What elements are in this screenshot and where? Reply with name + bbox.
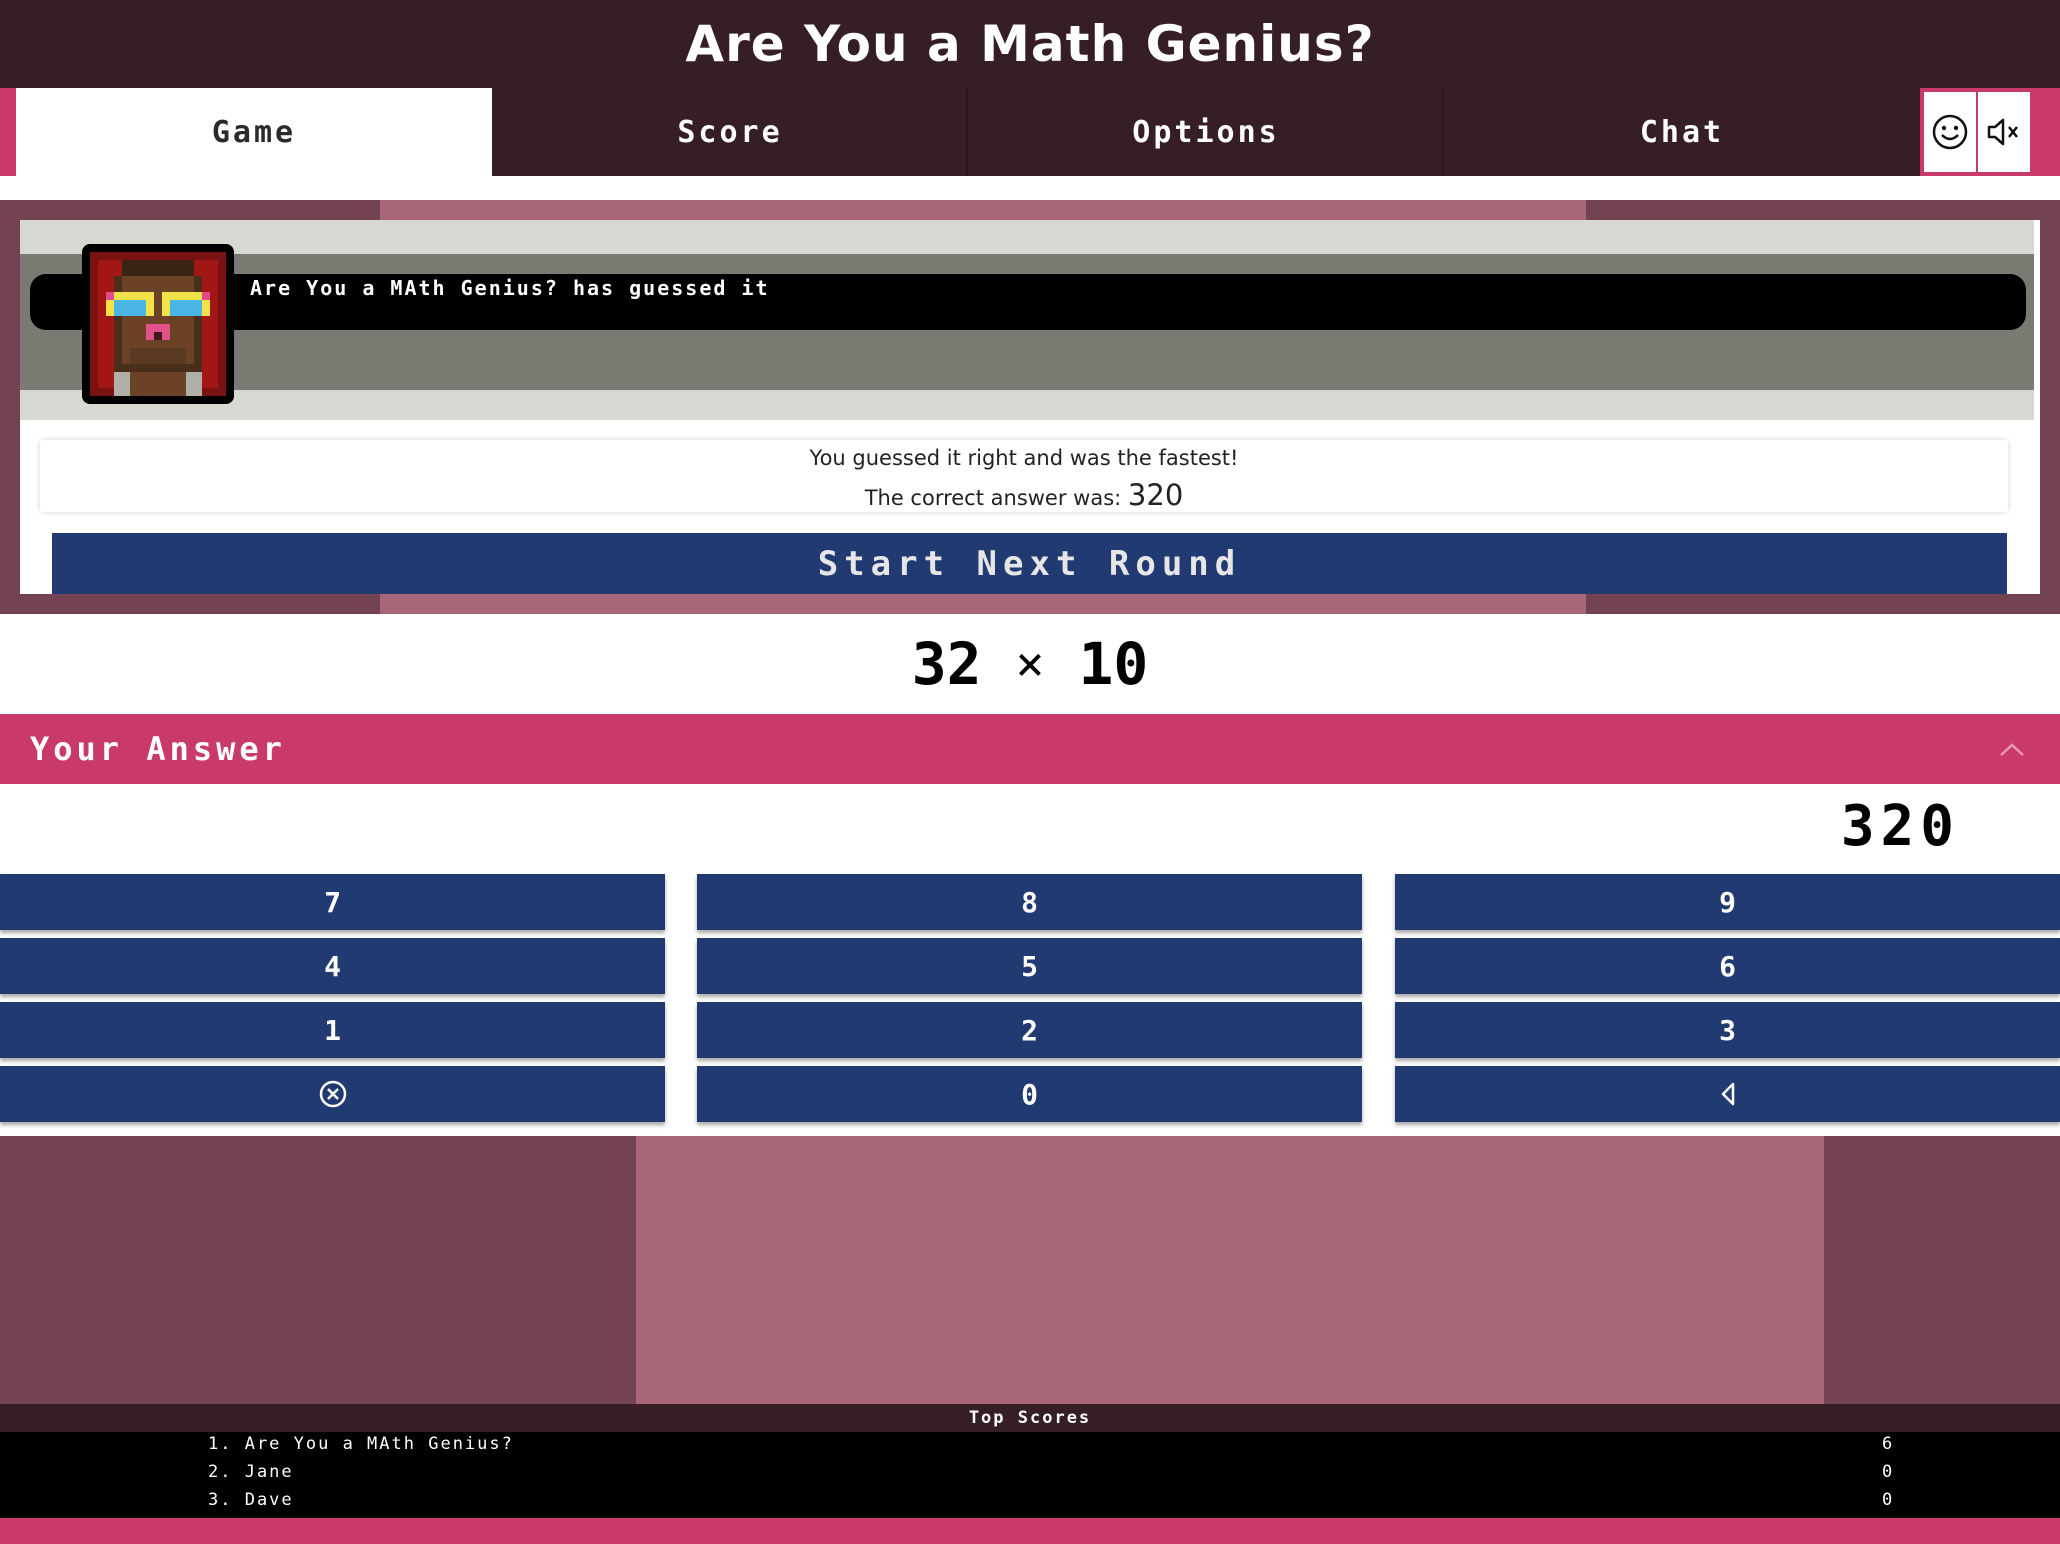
key-7[interactable]: 7 xyxy=(0,874,665,930)
score-value: 0 xyxy=(1882,1462,1895,1482)
correct-answer-value: 320 xyxy=(1127,478,1184,512)
operand-a: 32 xyxy=(911,630,982,698)
result-message: You guessed it right and was the fastest… xyxy=(40,440,2008,512)
keypad: 7 8 9 4 5 6 1 2 3 0 xyxy=(0,870,2060,1136)
backspace-button[interactable] xyxy=(1395,1066,2060,1122)
scene-background xyxy=(0,1136,2060,1404)
key-8[interactable]: 8 xyxy=(697,874,1362,930)
score-row: 2. Jane 0 xyxy=(0,1460,2060,1488)
key-1[interactable]: 1 xyxy=(0,1002,665,1058)
operand-b: 10 xyxy=(1078,630,1149,698)
correct-answer-prefix: The correct answer was: xyxy=(864,486,1122,510)
tab-chat[interactable]: Chat xyxy=(1444,88,1920,176)
smiley-icon xyxy=(1932,114,1968,150)
clear-circle-x-icon xyxy=(319,1080,346,1108)
correct-answer-line: The correct answer was: 320 xyxy=(40,478,2008,512)
emoji-button[interactable] xyxy=(1924,92,1976,172)
guess-notice: Are You a MAth Genius? has guessed it xyxy=(250,276,770,300)
key-0[interactable]: 0 xyxy=(697,1066,1362,1122)
score-name: 2. Jane xyxy=(208,1462,294,1482)
result-card: Are You a MAth Genius? has guessed it Yo… xyxy=(20,220,2040,594)
answer-header[interactable]: Your Answer xyxy=(0,714,2060,784)
backspace-triangle-icon xyxy=(1721,1082,1734,1106)
question: 32 × 10 xyxy=(0,614,2060,714)
footer-bar xyxy=(0,1518,2060,1544)
start-next-round-button[interactable]: Start Next Round xyxy=(52,533,2007,594)
scene-wall xyxy=(636,1136,1824,1404)
key-2[interactable]: 2 xyxy=(697,1002,1362,1058)
score-row: 1. Are You a MAth Genius? 6 xyxy=(0,1432,2060,1460)
key-5[interactable]: 5 xyxy=(697,938,1362,994)
result-line: You guessed it right and was the fastest… xyxy=(809,446,1239,470)
score-value: 0 xyxy=(1882,1490,1895,1510)
score-value: 6 xyxy=(1882,1434,1895,1454)
avatar xyxy=(82,244,234,404)
score-name: 3. Dave xyxy=(208,1490,294,1510)
app-title: Are You a Math Genius? xyxy=(685,15,1375,73)
clear-button[interactable] xyxy=(0,1066,665,1122)
top-scores-title: Top Scores xyxy=(0,1404,2060,1432)
answer-value: 320 xyxy=(1840,794,1960,859)
pixel-avatar-icon xyxy=(90,252,226,396)
tab-options[interactable]: Options xyxy=(968,88,1444,176)
key-3[interactable]: 3 xyxy=(1395,1002,2060,1058)
key-9[interactable]: 9 xyxy=(1395,874,2060,930)
mute-icon xyxy=(1987,118,2018,146)
chevron-up-icon[interactable] xyxy=(1998,736,2026,764)
answer-label: Your Answer xyxy=(30,730,286,768)
key-4[interactable]: 4 xyxy=(0,938,665,994)
mute-button[interactable] xyxy=(1978,92,2030,172)
answer-display: 320 xyxy=(0,784,2060,870)
tab-game[interactable]: Game xyxy=(16,88,492,176)
operator: × xyxy=(1015,636,1045,692)
score-name: 1. Are You a MAth Genius? xyxy=(208,1434,514,1454)
tab-score[interactable]: Score xyxy=(492,88,968,176)
nav-bar: Game Score Options Chat xyxy=(0,88,2060,176)
score-row: 3. Dave 0 xyxy=(0,1488,2060,1516)
app-header: Are You a Math Genius? xyxy=(0,0,2060,88)
top-scores: Top Scores 1. Are You a MAth Genius? 6 2… xyxy=(0,1404,2060,1518)
key-6[interactable]: 6 xyxy=(1395,938,2060,994)
